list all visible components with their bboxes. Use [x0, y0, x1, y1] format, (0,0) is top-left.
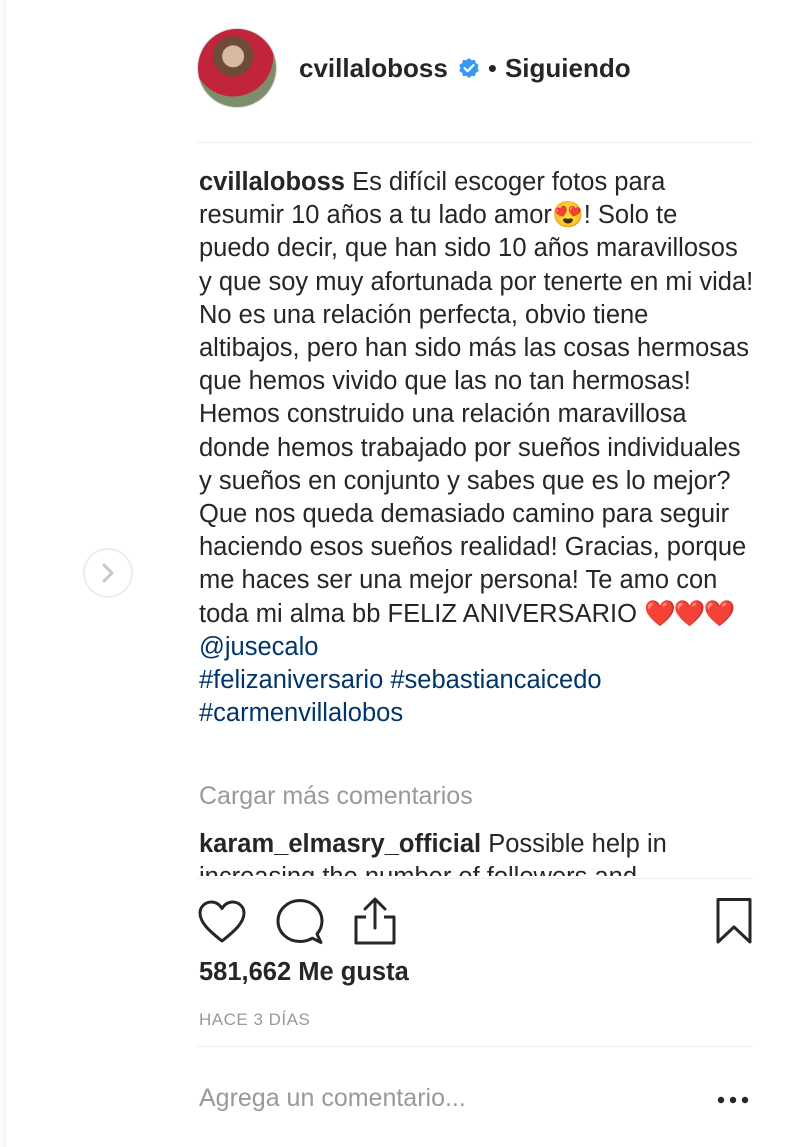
post-timestamp[interactable]: hace 3 días: [199, 1010, 310, 1030]
share-button[interactable]: [351, 896, 399, 946]
more-options-button[interactable]: [713, 1086, 753, 1114]
post-caption: cvillaloboss Es difícil escoger fotos pa…: [199, 166, 755, 730]
following-button[interactable]: Siguiendo: [505, 53, 631, 84]
mention-link[interactable]: @jusecalo: [199, 633, 318, 661]
hashtag-link[interactable]: #felizaniversario: [199, 666, 383, 694]
comment-icon: [276, 899, 324, 944]
hearts-emoji: ❤️❤️❤️: [644, 599, 735, 628]
caption-username[interactable]: cvillaloboss: [199, 168, 345, 196]
avatar[interactable]: [197, 28, 277, 108]
comment-box-divider: [197, 1046, 753, 1047]
verified-badge-icon: [458, 57, 480, 79]
like-button[interactable]: [197, 898, 247, 946]
save-button[interactable]: [713, 896, 755, 946]
load-more-comments-button[interactable]: Cargar más comentarios: [199, 782, 473, 811]
header-divider: [197, 142, 753, 143]
header-username[interactable]: cvillaloboss: [299, 53, 448, 84]
more-options-icon: [717, 1096, 749, 1104]
likes-count[interactable]: 581,662 Me gusta: [199, 958, 409, 987]
share-icon: [354, 897, 396, 945]
smiling-heart-eyes-emoji: 😍: [551, 201, 584, 230]
hashtag-link[interactable]: #sebastiancaicedo: [390, 666, 601, 694]
chevron-right-icon: [102, 563, 114, 583]
comment-button[interactable]: [274, 898, 326, 946]
actions-divider: [197, 878, 753, 879]
bookmark-icon: [716, 898, 752, 944]
previous-post-edge: [0, 0, 6, 1147]
header-separator: •: [487, 52, 497, 83]
heart-icon: [198, 900, 246, 943]
caption-text-continued: ! Solo te puedo decir, que han sido 10 a…: [199, 201, 761, 628]
add-comment-input[interactable]: [199, 1076, 679, 1120]
comment-username[interactable]: karam_elmasry_official: [199, 830, 481, 858]
next-post-button[interactable]: [83, 548, 133, 598]
post-header: cvillaloboss • Siguiendo: [197, 26, 753, 110]
hashtag-link[interactable]: #carmenvillalobos: [199, 699, 403, 727]
comment-item: karam_elmasry_official Possible help in …: [199, 828, 755, 876]
